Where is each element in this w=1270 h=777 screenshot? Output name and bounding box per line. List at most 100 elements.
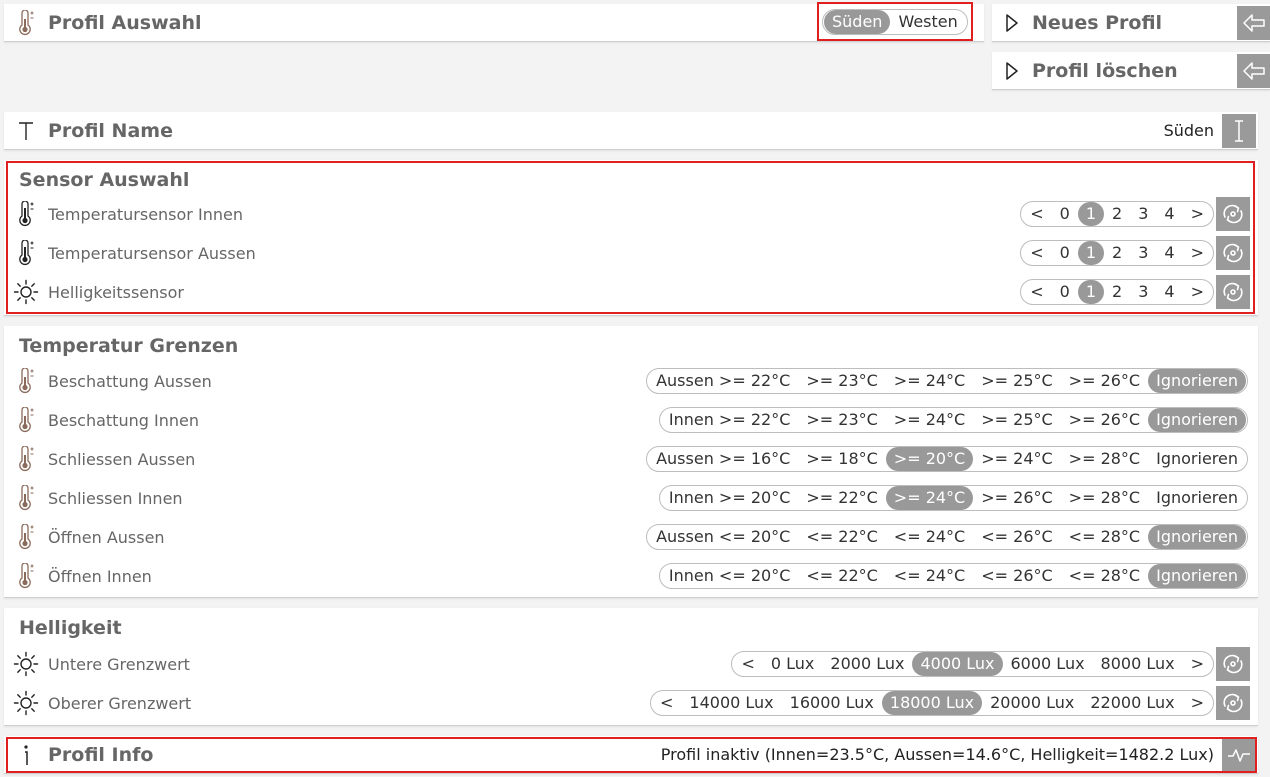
sync-icon[interactable] — [1216, 275, 1250, 309]
temperatursensor-aussen-option[interactable]: 2 — [1104, 241, 1130, 265]
oberer-grenzwert-option[interactable]: < — [652, 691, 681, 715]
temperatur-grenzen-card: Temperatur Grenzen Beschattung Aussen Aus… — [4, 326, 1258, 598]
schliessen-aussen-option[interactable]: >= 24°C — [973, 447, 1060, 471]
temperatursensor-aussen-option[interactable]: > — [1183, 241, 1212, 265]
beschattung-aussen-option[interactable]: >= 26°C — [1061, 369, 1148, 393]
oberer-grenzwert-option[interactable]: 22000 Lux — [1082, 691, 1182, 715]
temperatursensor-innen-option[interactable]: 2 — [1104, 202, 1130, 226]
oeffnen-aussen-option[interactable]: <= 28°C — [1061, 525, 1148, 549]
untere-grenzwert-option[interactable]: > — [1183, 652, 1212, 676]
beschattung-aussen-option[interactable]: Aussen >= 22°C — [648, 369, 798, 393]
temperatursensor-innen-option[interactable]: 3 — [1130, 202, 1156, 226]
helligkeitssensor-option[interactable]: 2 — [1104, 280, 1130, 304]
activity-graph-icon[interactable] — [1222, 738, 1256, 772]
untere-grenzwert-label: Untere Grenzwert — [48, 654, 190, 674]
temperatur-grenzen-title: Temperatur Grenzen — [19, 335, 239, 357]
profil-option[interactable]: Süden — [824, 10, 891, 34]
untere-grenzwert-option[interactable]: 6000 Lux — [1003, 652, 1093, 676]
oeffnen-aussen-option[interactable]: <= 24°C — [886, 525, 973, 549]
neues-profil-button[interactable]: Neues Profil — [992, 4, 1270, 42]
oberer-grenzwert-row: Oberer Grenzwert <14000 Lux 16000 Lux 18000… — [4, 684, 1258, 722]
oeffnen-aussen-option[interactable]: <= 26°C — [973, 525, 1060, 549]
untere-grenzwert-option[interactable]: 8000 Lux — [1093, 652, 1183, 676]
temperatursensor-innen-option[interactable]: > — [1183, 202, 1212, 226]
schliessen-innen-option[interactable]: Ignorieren — [1148, 486, 1246, 510]
profil-auswahl-title: Profil Auswahl — [48, 12, 202, 34]
helligkeitssensor-option[interactable]: 0 — [1052, 280, 1078, 304]
profil-loeschen-back-icon[interactable] — [1237, 54, 1270, 88]
helligkeitssensor-option[interactable]: > — [1183, 280, 1212, 304]
schliessen-aussen-option[interactable]: >= 20°C — [885, 447, 974, 471]
temperatursensor-innen-option[interactable]: 4 — [1156, 202, 1182, 226]
beschattung-innen-option[interactable]: Ignorieren — [1148, 408, 1246, 432]
temperatursensor-innen-option[interactable]: < — [1022, 202, 1051, 226]
helligkeitssensor-selector: <0 1 2 3 4 > — [1020, 279, 1214, 305]
oeffnen-innen-option[interactable]: Innen <= 20°C — [661, 564, 799, 588]
schliessen-innen-option[interactable]: >= 26°C — [973, 486, 1060, 510]
schliessen-aussen-option[interactable]: Aussen >= 16°C — [648, 447, 798, 471]
oeffnen-aussen-label: Öffnen Aussen — [48, 527, 165, 547]
sync-icon[interactable] — [1216, 236, 1250, 270]
sun-icon — [4, 279, 48, 305]
oeffnen-innen-option[interactable]: <= 22°C — [798, 564, 885, 588]
oberer-grenzwert-option[interactable]: 16000 Lux — [782, 691, 882, 715]
temperatursensor-innen-option[interactable]: 1 — [1077, 202, 1105, 226]
oberer-grenzwert-selector: <14000 Lux 16000 Lux 18000 Lux 20000 Lux 220… — [650, 690, 1214, 716]
beschattung-aussen-option[interactable]: Ignorieren — [1148, 369, 1246, 393]
sync-icon[interactable] — [1216, 647, 1250, 681]
oberer-grenzwert-option[interactable]: 14000 Lux — [681, 691, 781, 715]
oeffnen-innen-option[interactable]: <= 26°C — [973, 564, 1060, 588]
helligkeitssensor-option[interactable]: 3 — [1130, 280, 1156, 304]
oeffnen-aussen-option[interactable]: Aussen <= 20°C — [648, 525, 798, 549]
profil-name-card: Profil Name Süden — [4, 112, 1258, 150]
schliessen-innen-option[interactable]: >= 24°C — [885, 486, 974, 510]
untere-grenzwert-option[interactable]: 4000 Lux — [912, 652, 1003, 676]
temperatursensor-innen-option[interactable]: 0 — [1052, 202, 1078, 226]
oeffnen-aussen-option[interactable]: Ignorieren — [1148, 525, 1246, 549]
schliessen-innen-option[interactable]: Innen >= 20°C — [661, 486, 799, 510]
profil-loeschen-label: Profil löschen — [1032, 60, 1178, 82]
profil-loeschen-button[interactable]: Profil löschen — [992, 52, 1270, 90]
temperatursensor-aussen-option[interactable]: 1 — [1077, 241, 1105, 265]
untere-grenzwert-option[interactable]: 2000 Lux — [822, 652, 912, 676]
edit-text-cursor-icon[interactable] — [1222, 114, 1256, 148]
oberer-grenzwert-option[interactable]: > — [1183, 691, 1212, 715]
untere-grenzwert-option[interactable]: 0 Lux — [763, 652, 823, 676]
helligkeitssensor-option[interactable]: 4 — [1156, 280, 1182, 304]
temperatursensor-aussen-option[interactable]: < — [1022, 241, 1051, 265]
oeffnen-innen-option[interactable]: Ignorieren — [1148, 564, 1246, 588]
temperatursensor-aussen-option[interactable]: 4 — [1156, 241, 1182, 265]
schliessen-aussen-option[interactable]: Ignorieren — [1148, 447, 1246, 471]
beschattung-innen-option[interactable]: >= 23°C — [798, 408, 885, 432]
thermometer-icon — [4, 563, 48, 589]
schliessen-aussen-option[interactable]: >= 18°C — [798, 447, 885, 471]
beschattung-innen-option[interactable]: >= 26°C — [1061, 408, 1148, 432]
temperatursensor-aussen-label: Temperatursensor Aussen — [48, 243, 256, 263]
oeffnen-innen-option[interactable]: <= 28°C — [1061, 564, 1148, 588]
beschattung-innen-option[interactable]: Innen >= 22°C — [661, 408, 799, 432]
oberer-grenzwert-option[interactable]: 20000 Lux — [982, 691, 1082, 715]
schliessen-aussen-option[interactable]: >= 28°C — [1061, 447, 1148, 471]
beschattung-aussen-row: Beschattung Aussen Aussen >= 22°C >= 23°C >… — [4, 362, 1258, 400]
untere-grenzwert-option[interactable]: < — [733, 652, 762, 676]
beschattung-aussen-option[interactable]: >= 25°C — [973, 369, 1060, 393]
sync-icon[interactable] — [1216, 197, 1250, 231]
temperatursensor-aussen-option[interactable]: 3 — [1130, 241, 1156, 265]
schliessen-innen-option[interactable]: >= 22°C — [798, 486, 885, 510]
oeffnen-aussen-option[interactable]: <= 22°C — [798, 525, 885, 549]
oberer-grenzwert-option[interactable]: 18000 Lux — [881, 691, 983, 715]
beschattung-innen-option[interactable]: >= 25°C — [973, 408, 1060, 432]
temperatursensor-aussen-option[interactable]: 0 — [1052, 241, 1078, 265]
temperatursensor-innen-selector: <0 1 2 3 4 > — [1020, 201, 1214, 227]
neues-profil-back-icon[interactable] — [1237, 6, 1270, 40]
schliessen-innen-option[interactable]: >= 28°C — [1061, 486, 1148, 510]
beschattung-aussen-option[interactable]: >= 23°C — [798, 369, 885, 393]
schliessen-innen-label: Schliessen Innen — [48, 488, 183, 508]
helligkeitssensor-option[interactable]: < — [1022, 280, 1051, 304]
profil-option[interactable]: Westen — [890, 10, 965, 34]
beschattung-innen-option[interactable]: >= 24°C — [886, 408, 973, 432]
oeffnen-innen-option[interactable]: <= 24°C — [886, 564, 973, 588]
beschattung-aussen-option[interactable]: >= 24°C — [886, 369, 973, 393]
helligkeitssensor-option[interactable]: 1 — [1077, 280, 1105, 304]
sync-icon[interactable] — [1216, 686, 1250, 720]
